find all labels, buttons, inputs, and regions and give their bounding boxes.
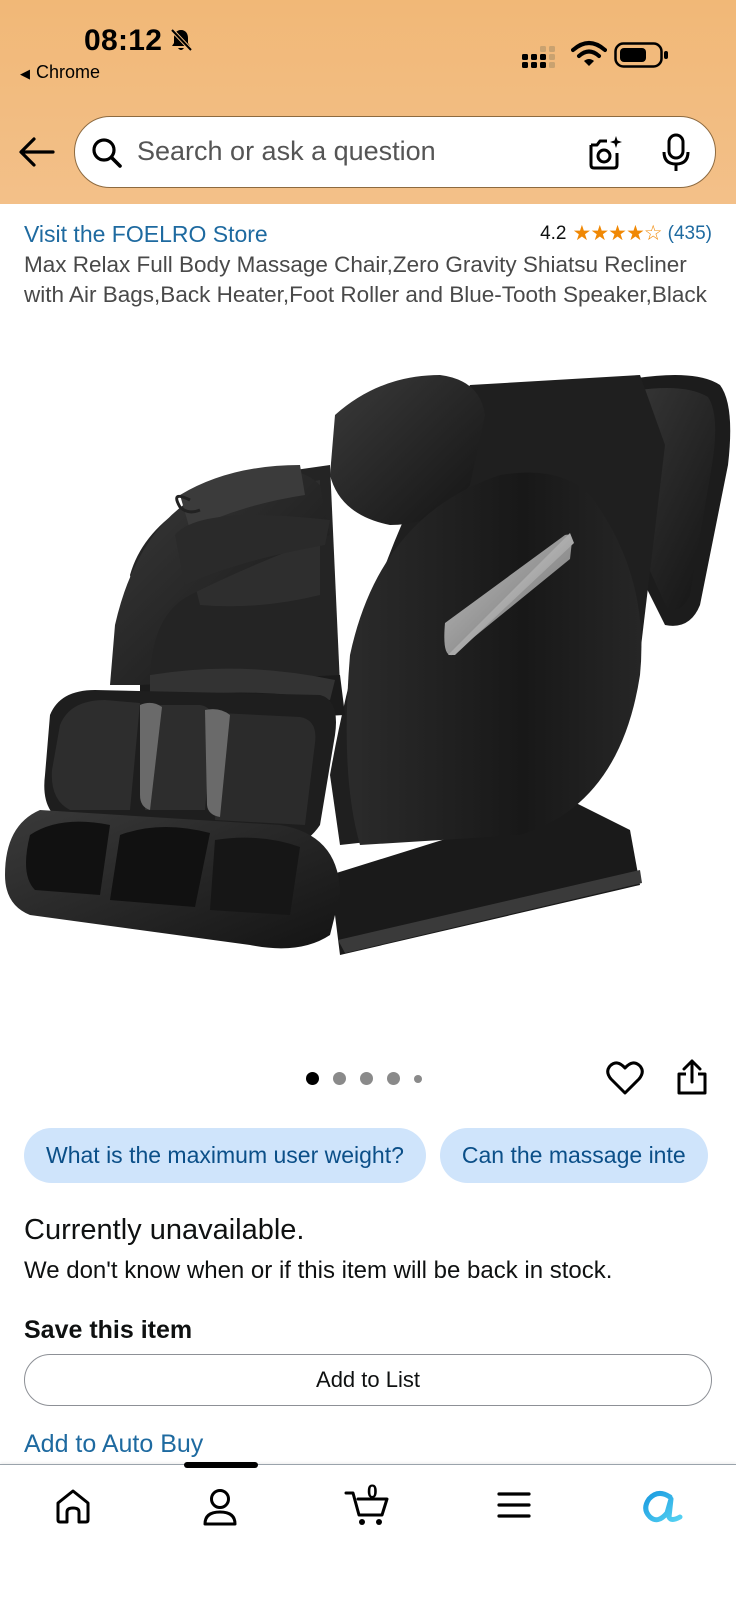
silent-bell-icon: [170, 28, 192, 52]
back-app-label: Chrome: [36, 62, 101, 82]
rating-summary[interactable]: 4.2 ★★★★☆ (435): [540, 221, 712, 246]
cart-tab[interactable]: 0: [344, 1482, 390, 1532]
battery-icon: [614, 42, 668, 68]
pager-dot[interactable]: [333, 1072, 346, 1085]
app-header: 08:12 ◀ Chrome: [0, 0, 736, 204]
microphone-icon[interactable]: [661, 133, 691, 173]
question-chip[interactable]: What is the maximum user weight?: [24, 1128, 426, 1183]
store-link[interactable]: Visit the FOELRO Store: [24, 221, 268, 248]
heart-icon[interactable]: [606, 1060, 644, 1096]
account-icon[interactable]: [202, 1487, 238, 1527]
cart-count: 0: [367, 1482, 378, 1503]
add-to-list-button[interactable]: Add to List: [24, 1354, 712, 1406]
home-icon[interactable]: [54, 1487, 92, 1525]
search-bar[interactable]: [74, 116, 716, 188]
camera-lens-icon[interactable]: [587, 135, 623, 171]
pager-dot[interactable]: [387, 1072, 400, 1085]
pager-dot[interactable]: [414, 1074, 422, 1083]
active-tab-indicator: [184, 1462, 258, 1468]
availability-status: Currently unavailable.: [24, 1214, 305, 1246]
pager-dot-active[interactable]: [306, 1072, 319, 1085]
product-title: Max Relax Full Body Massage Chair,Zero G…: [24, 252, 707, 307]
question-chips: What is the maximum user weight? Can the…: [24, 1128, 722, 1183]
image-pager[interactable]: [306, 1072, 436, 1085]
rating-stars: ★★★★☆: [572, 222, 663, 245]
search-icon: [92, 138, 122, 168]
rating-value: 4.2: [540, 222, 567, 244]
availability-message: We don't know when or if this item will …: [24, 1257, 613, 1284]
add-to-auto-buy-link[interactable]: Add to Auto Buy: [24, 1430, 203, 1459]
product-image[interactable]: [0, 355, 736, 1015]
cellular-signal-icon: [522, 46, 555, 68]
review-count[interactable]: (435): [668, 223, 712, 245]
save-item-heading: Save this item: [24, 1316, 193, 1344]
pager-dot[interactable]: [360, 1072, 373, 1085]
back-to-app[interactable]: ◀ Chrome: [20, 62, 100, 83]
status-time: 08:12: [84, 24, 163, 57]
bottom-tab-bar: 0: [0, 1464, 736, 1600]
menu-icon[interactable]: [496, 1487, 532, 1523]
question-chip[interactable]: Can the massage inte: [439, 1128, 708, 1183]
wifi-icon: [571, 41, 607, 66]
search-input[interactable]: [137, 131, 637, 171]
rufus-icon[interactable]: [640, 1487, 684, 1527]
back-arrow-icon[interactable]: [18, 136, 56, 168]
share-icon[interactable]: [676, 1058, 708, 1096]
